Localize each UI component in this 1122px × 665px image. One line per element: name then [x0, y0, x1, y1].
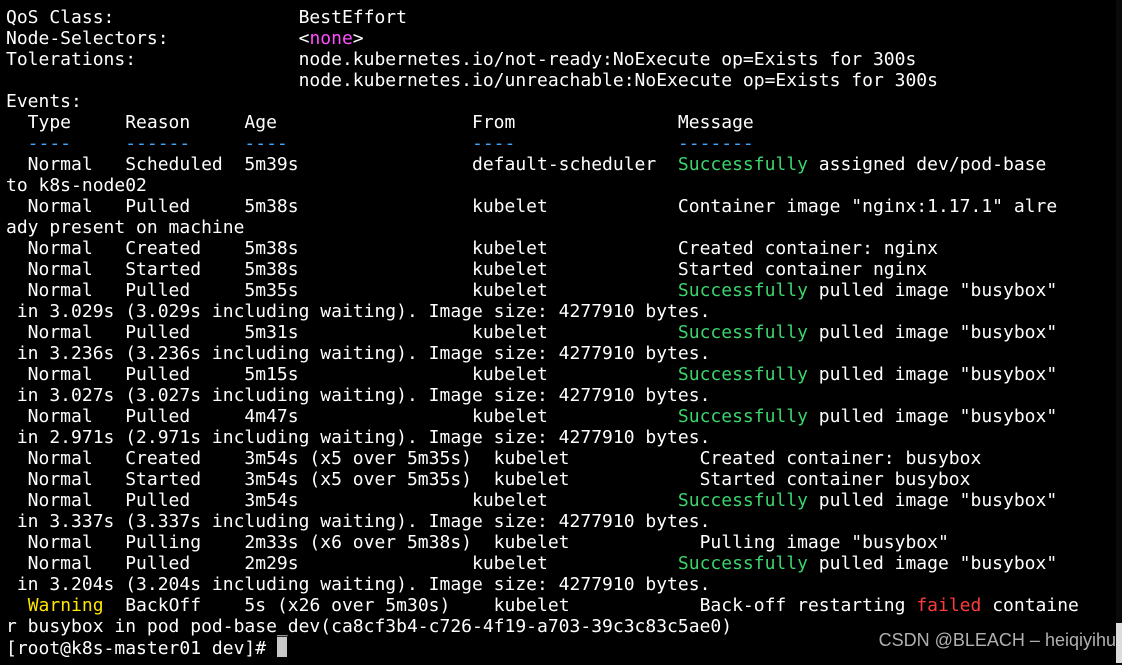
terminal-text: assigned dev/pod-base	[807, 154, 1047, 175]
terminal-line: in 3.337s (3.337s including waiting). Im…	[6, 511, 1116, 532]
terminal-text: Successfully	[677, 490, 808, 511]
text-cursor	[276, 637, 287, 657]
terminal-text: Normal Pulled 3m54s kubelet	[6, 490, 678, 511]
terminal-text: Normal Pulled 5m35s kubelet	[6, 280, 678, 301]
terminal-line: Normal Pulled 5m31s kubelet Successfully…	[6, 322, 1116, 343]
terminal-text: failed	[916, 595, 982, 616]
terminal-line: Tolerations: node.kubernetes.io/not-read…	[6, 49, 1116, 70]
terminal-text: r busybox in pod pod-base_dev(ca8cf3b4-c…	[6, 616, 733, 637]
terminal-text: node.kubernetes.io/unreachable:NoExecute…	[6, 70, 938, 91]
terminal-text: Normal Created 3m54s (x5 over 5m35s) kub…	[6, 448, 982, 469]
terminal-line: ---- ------ ---- ---- -------	[6, 133, 1116, 154]
terminal-text: in 2.971s (2.971s including waiting). Im…	[6, 427, 711, 448]
terminal-text: in 3.027s (3.027s including waiting). Im…	[6, 385, 711, 406]
terminal-text: Normal Pulled 5m15s kubelet	[6, 364, 678, 385]
terminal-line: Normal Pulled 5m38s kubelet Container im…	[6, 196, 1116, 217]
terminal-text: to k8s-node02	[6, 175, 147, 196]
terminal-text: Normal Pulled 4m47s kubelet	[6, 406, 678, 427]
terminal-line: Normal Created 5m38s kubelet Created con…	[6, 238, 1116, 259]
terminal-text: Type Reason Age From Message	[6, 112, 754, 133]
terminal-text: Successfully	[677, 322, 808, 343]
terminal-text: none	[309, 28, 353, 49]
terminal-text: Node-Selectors: <	[6, 28, 310, 49]
terminal-text: in 3.204s (3.204s including waiting). Im…	[6, 574, 711, 595]
terminal-text: Successfully	[677, 364, 808, 385]
terminal-text: pulled image "busybox"	[807, 322, 1058, 343]
terminal-text: pulled image "busybox"	[807, 280, 1058, 301]
terminal-text: Normal Started 5m38s kubelet Started con…	[6, 259, 928, 280]
terminal-line: Node-Selectors: <none>	[6, 28, 1116, 49]
csdn-watermark: CSDN @BLEACH – heiqiyihu	[878, 630, 1116, 650]
terminal-line: in 3.236s (3.236s including waiting). Im…	[6, 343, 1116, 364]
terminal-output[interactable]: QoS Class: BestEffort Node-Selectors: <no…	[6, 7, 1116, 659]
terminal-text: pulled image "busybox"	[807, 553, 1058, 574]
terminal-line: in 3.027s (3.027s including waiting). Im…	[6, 385, 1116, 406]
terminal-line: Normal Started 3m54s (x5 over 5m35s) kub…	[6, 469, 1116, 490]
terminal-text: Normal Pulled 5m38s kubelet Container im…	[6, 196, 1058, 217]
terminal-text: pulled image "busybox"	[807, 364, 1058, 385]
terminal-text: Normal Created 5m38s kubelet Created con…	[6, 238, 938, 259]
terminal-text: Events:	[6, 91, 82, 112]
shell-prompt: [root@k8s-master01 dev]#	[6, 638, 277, 659]
terminal-text: QoS Class: BestEffort	[6, 7, 407, 28]
terminal-text: in 3.236s (3.236s including waiting). Im…	[6, 343, 711, 364]
terminal-line: Normal Scheduled 5m39s default-scheduler…	[6, 154, 1116, 175]
terminal-text: Normal Started 3m54s (x5 over 5m35s) kub…	[6, 469, 971, 490]
terminal-text: Tolerations: node.kubernetes.io/not-read…	[6, 49, 917, 70]
terminal-text: >	[352, 28, 364, 49]
terminal-text: ady present on machine	[6, 217, 245, 238]
terminal-line: to k8s-node02	[6, 175, 1116, 196]
terminal-line: Normal Started 5m38s kubelet Started con…	[6, 259, 1116, 280]
terminal-line: Events:	[6, 91, 1116, 112]
terminal-line: in 3.029s (3.029s including waiting). Im…	[6, 301, 1116, 322]
terminal-line: Normal Pulled 5m35s kubelet Successfully…	[6, 280, 1116, 301]
terminal-text: in 3.337s (3.337s including waiting). Im…	[6, 511, 711, 532]
terminal-line: Normal Pulled 4m47s kubelet Successfully…	[6, 406, 1116, 427]
scrollbar-thumb[interactable]	[1116, 623, 1122, 663]
terminal-line: Normal Pulled 3m54s kubelet Successfully…	[6, 490, 1116, 511]
terminal-text: Successfully	[677, 406, 808, 427]
terminal-text: Normal Pulled 2m29s kubelet	[6, 553, 678, 574]
terminal-line: Normal Pulling 2m33s (x6 over 5m38s) kub…	[6, 532, 1116, 553]
terminal-text: Warning	[27, 595, 104, 616]
terminal-text: Normal Scheduled 5m39s default-scheduler	[6, 154, 678, 175]
terminal-line: Normal Created 3m54s (x5 over 5m35s) kub…	[6, 448, 1116, 469]
terminal-line: Normal Pulled 5m15s kubelet Successfully…	[6, 364, 1116, 385]
scrollbar[interactable]	[1116, 0, 1122, 665]
terminal-line: ady present on machine	[6, 217, 1116, 238]
terminal-text: pulled image "busybox"	[807, 406, 1058, 427]
terminal-text: containe	[981, 595, 1079, 616]
terminal-text: in 3.029s (3.029s including waiting). Im…	[6, 301, 711, 322]
terminal-text: Normal Pulled 5m31s kubelet	[6, 322, 678, 343]
terminal-line: Warning BackOff 5s (x26 over 5m30s) kube…	[6, 595, 1116, 616]
terminal-text: Successfully	[677, 280, 808, 301]
terminal-text: Successfully	[677, 154, 808, 175]
terminal-text: pulled image "busybox"	[807, 490, 1058, 511]
terminal-line: Normal Pulled 2m29s kubelet Successfully…	[6, 553, 1116, 574]
terminal-text: Normal Pulling 2m33s (x6 over 5m38s) kub…	[6, 532, 949, 553]
terminal-line: Type Reason Age From Message	[6, 112, 1116, 133]
terminal-line: in 2.971s (2.971s including waiting). Im…	[6, 427, 1116, 448]
terminal-line: node.kubernetes.io/unreachable:NoExecute…	[6, 70, 1116, 91]
terminal-text: Successfully	[677, 553, 808, 574]
terminal-text: ---- ------ ---- ---- -------	[6, 133, 754, 154]
terminal-line: in 3.204s (3.204s including waiting). Im…	[6, 574, 1116, 595]
terminal-line: QoS Class: BestEffort	[6, 7, 1116, 28]
terminal-text: BackOff 5s (x26 over 5m30s) kubelet Back…	[103, 595, 917, 616]
